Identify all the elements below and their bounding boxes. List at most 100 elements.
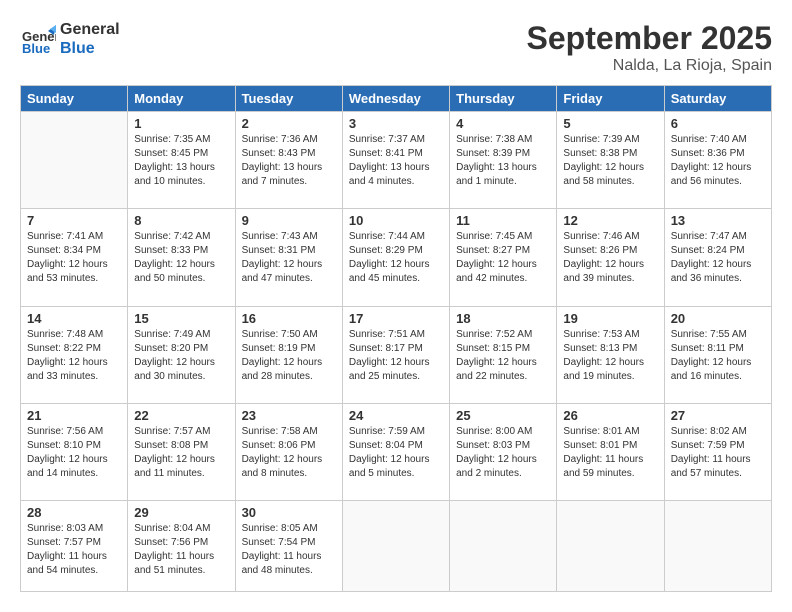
day-info: Sunrise: 7:49 AM Sunset: 8:20 PM Dayligh… bbox=[134, 328, 228, 384]
header-sunday: Sunday bbox=[21, 86, 128, 112]
day-number: 6 bbox=[671, 116, 765, 131]
header-friday: Friday bbox=[557, 86, 664, 112]
calendar-cell: 4 Sunrise: 7:38 AM Sunset: 8:39 PM Daylig… bbox=[450, 112, 557, 209]
day-number: 21 bbox=[27, 408, 121, 423]
calendar-cell: 11 Sunrise: 7:45 AM Sunset: 8:27 PM Dayli… bbox=[450, 209, 557, 306]
day-info: Sunrise: 7:48 AM Sunset: 8:22 PM Dayligh… bbox=[27, 328, 121, 384]
day-number: 9 bbox=[242, 213, 336, 228]
day-info: Sunrise: 7:52 AM Sunset: 8:15 PM Dayligh… bbox=[456, 328, 550, 384]
day-number: 12 bbox=[563, 213, 657, 228]
day-info: Sunrise: 7:46 AM Sunset: 8:26 PM Dayligh… bbox=[563, 230, 657, 286]
day-info: Sunrise: 7:47 AM Sunset: 8:24 PM Dayligh… bbox=[671, 230, 765, 286]
day-number: 22 bbox=[134, 408, 228, 423]
day-number: 11 bbox=[456, 213, 550, 228]
calendar-cell: 12 Sunrise: 7:46 AM Sunset: 8:26 PM Dayli… bbox=[557, 209, 664, 306]
calendar-cell: 23Sunrise: 7:58 AM Sunset: 8:06 PM Dayli… bbox=[235, 403, 342, 500]
calendar-cell: 25 Sunrise: 8:00 AM Sunset: 8:03 PM Dayli… bbox=[450, 403, 557, 500]
calendar-cell: 22 Sunrise: 7:57 AM Sunset: 8:08 PM Dayli… bbox=[128, 403, 235, 500]
day-number: 17 bbox=[349, 311, 443, 326]
day-info: Sunrise: 7:53 AM Sunset: 8:13 PM Dayligh… bbox=[563, 328, 657, 384]
day-info: Sunrise: 7:38 AM Sunset: 8:39 PM Dayligh… bbox=[456, 133, 550, 189]
day-number: 3 bbox=[349, 116, 443, 131]
day-info: Sunrise: 7:55 AM Sunset: 8:11 PM Dayligh… bbox=[671, 328, 765, 384]
calendar-cell bbox=[450, 501, 557, 592]
calendar-cell: 21 Sunrise: 7:56 AM Sunset: 8:10 PM Dayli… bbox=[21, 403, 128, 500]
logo-text-blue: Blue bbox=[60, 39, 120, 58]
day-number: 20 bbox=[671, 311, 765, 326]
logo-text-general: General bbox=[60, 20, 120, 39]
day-info: Sunrise: 7:56 AM Sunset: 8:10 PM Dayligh… bbox=[27, 425, 121, 481]
location: Nalda, La Rioja, Spain bbox=[527, 57, 772, 75]
day-number: 26 bbox=[563, 408, 657, 423]
month-title: September 2025 bbox=[527, 20, 772, 57]
day-number: 13 bbox=[671, 213, 765, 228]
logo: General Blue General Blue bbox=[20, 20, 120, 58]
header-monday: Monday bbox=[128, 86, 235, 112]
day-number: 2 bbox=[242, 116, 336, 131]
day-info: Sunrise: 8:02 AM Sunset: 7:59 PM Dayligh… bbox=[671, 425, 765, 481]
day-info: Sunrise: 7:51 AM Sunset: 8:17 PM Dayligh… bbox=[349, 328, 443, 384]
day-number: 27 bbox=[671, 408, 765, 423]
header-saturday: Saturday bbox=[664, 86, 771, 112]
day-info: Sunrise: 7:37 AM Sunset: 8:41 PM Dayligh… bbox=[349, 133, 443, 189]
calendar-cell bbox=[557, 501, 664, 592]
day-number: 14 bbox=[27, 311, 121, 326]
day-info: Sunrise: 7:57 AM Sunset: 8:08 PM Dayligh… bbox=[134, 425, 228, 481]
calendar-cell: 19Sunrise: 7:53 AM Sunset: 8:13 PM Dayli… bbox=[557, 306, 664, 403]
day-number: 23 bbox=[242, 408, 336, 423]
day-number: 29 bbox=[134, 505, 228, 520]
calendar-cell: 1Sunrise: 7:35 AM Sunset: 8:45 PM Daylig… bbox=[128, 112, 235, 209]
day-info: Sunrise: 7:39 AM Sunset: 8:38 PM Dayligh… bbox=[563, 133, 657, 189]
day-info: Sunrise: 7:40 AM Sunset: 8:36 PM Dayligh… bbox=[671, 133, 765, 189]
calendar-cell: 18 Sunrise: 7:52 AM Sunset: 8:15 PM Dayli… bbox=[450, 306, 557, 403]
calendar-cell: 2 Sunrise: 7:36 AM Sunset: 8:43 PM Daylig… bbox=[235, 112, 342, 209]
calendar-cell: 9 Sunrise: 7:43 AM Sunset: 8:31 PM Daylig… bbox=[235, 209, 342, 306]
day-info: Sunrise: 8:04 AM Sunset: 7:56 PM Dayligh… bbox=[134, 522, 228, 578]
calendar-cell: 28Sunrise: 8:03 AM Sunset: 7:57 PM Dayli… bbox=[21, 501, 128, 592]
calendar-cell bbox=[664, 501, 771, 592]
calendar-cell: 5 Sunrise: 7:39 AM Sunset: 8:38 PM Daylig… bbox=[557, 112, 664, 209]
day-number: 15 bbox=[134, 311, 228, 326]
day-number: 25 bbox=[456, 408, 550, 423]
calendar-cell: 29 Sunrise: 8:04 AM Sunset: 7:56 PM Dayli… bbox=[128, 501, 235, 592]
day-number: 7 bbox=[27, 213, 121, 228]
calendar-cell: 26Sunrise: 8:01 AM Sunset: 8:01 PM Dayli… bbox=[557, 403, 664, 500]
day-number: 16 bbox=[242, 311, 336, 326]
day-number: 8 bbox=[134, 213, 228, 228]
day-number: 10 bbox=[349, 213, 443, 228]
calendar-cell: 13 Sunrise: 7:47 AM Sunset: 8:24 PM Dayli… bbox=[664, 209, 771, 306]
day-number: 18 bbox=[456, 311, 550, 326]
calendar-cell: 20 Sunrise: 7:55 AM Sunset: 8:11 PM Dayli… bbox=[664, 306, 771, 403]
calendar-table: Sunday Monday Tuesday Wednesday Thursday… bbox=[20, 85, 772, 592]
calendar-cell bbox=[21, 112, 128, 209]
day-number: 1 bbox=[134, 116, 228, 131]
weekday-header-row: Sunday Monday Tuesday Wednesday Thursday… bbox=[21, 86, 772, 112]
day-number: 5 bbox=[563, 116, 657, 131]
day-info: Sunrise: 7:43 AM Sunset: 8:31 PM Dayligh… bbox=[242, 230, 336, 286]
day-info: Sunrise: 7:50 AM Sunset: 8:19 PM Dayligh… bbox=[242, 328, 336, 384]
day-number: 24 bbox=[349, 408, 443, 423]
day-number: 28 bbox=[27, 505, 121, 520]
header-thursday: Thursday bbox=[450, 86, 557, 112]
svg-text:Blue: Blue bbox=[22, 41, 50, 56]
calendar-cell: 17 Sunrise: 7:51 AM Sunset: 8:17 PM Dayli… bbox=[342, 306, 449, 403]
calendar-body: 1Sunrise: 7:35 AM Sunset: 8:45 PM Daylig… bbox=[21, 112, 772, 592]
day-number: 30 bbox=[242, 505, 336, 520]
day-info: Sunrise: 8:05 AM Sunset: 7:54 PM Dayligh… bbox=[242, 522, 336, 578]
day-info: Sunrise: 7:44 AM Sunset: 8:29 PM Dayligh… bbox=[349, 230, 443, 286]
day-info: Sunrise: 7:45 AM Sunset: 8:27 PM Dayligh… bbox=[456, 230, 550, 286]
calendar-cell: 15 Sunrise: 7:49 AM Sunset: 8:20 PM Dayli… bbox=[128, 306, 235, 403]
day-number: 4 bbox=[456, 116, 550, 131]
calendar-cell: 7 Sunrise: 7:41 AM Sunset: 8:34 PM Daylig… bbox=[21, 209, 128, 306]
calendar-cell bbox=[342, 501, 449, 592]
title-section: September 2025 Nalda, La Rioja, Spain bbox=[527, 20, 772, 75]
day-info: Sunrise: 7:41 AM Sunset: 8:34 PM Dayligh… bbox=[27, 230, 121, 286]
calendar-cell: 3 Sunrise: 7:37 AM Sunset: 8:41 PM Daylig… bbox=[342, 112, 449, 209]
page-header: General Blue General Blue September 2025… bbox=[20, 20, 772, 75]
day-info: Sunrise: 7:59 AM Sunset: 8:04 PM Dayligh… bbox=[349, 425, 443, 481]
calendar-cell: 6 Sunrise: 7:40 AM Sunset: 8:36 PM Daylig… bbox=[664, 112, 771, 209]
calendar-cell: 27 Sunrise: 8:02 AM Sunset: 7:59 PM Dayli… bbox=[664, 403, 771, 500]
day-info: Sunrise: 7:36 AM Sunset: 8:43 PM Dayligh… bbox=[242, 133, 336, 189]
header-wednesday: Wednesday bbox=[342, 86, 449, 112]
day-info: Sunrise: 8:00 AM Sunset: 8:03 PM Dayligh… bbox=[456, 425, 550, 481]
